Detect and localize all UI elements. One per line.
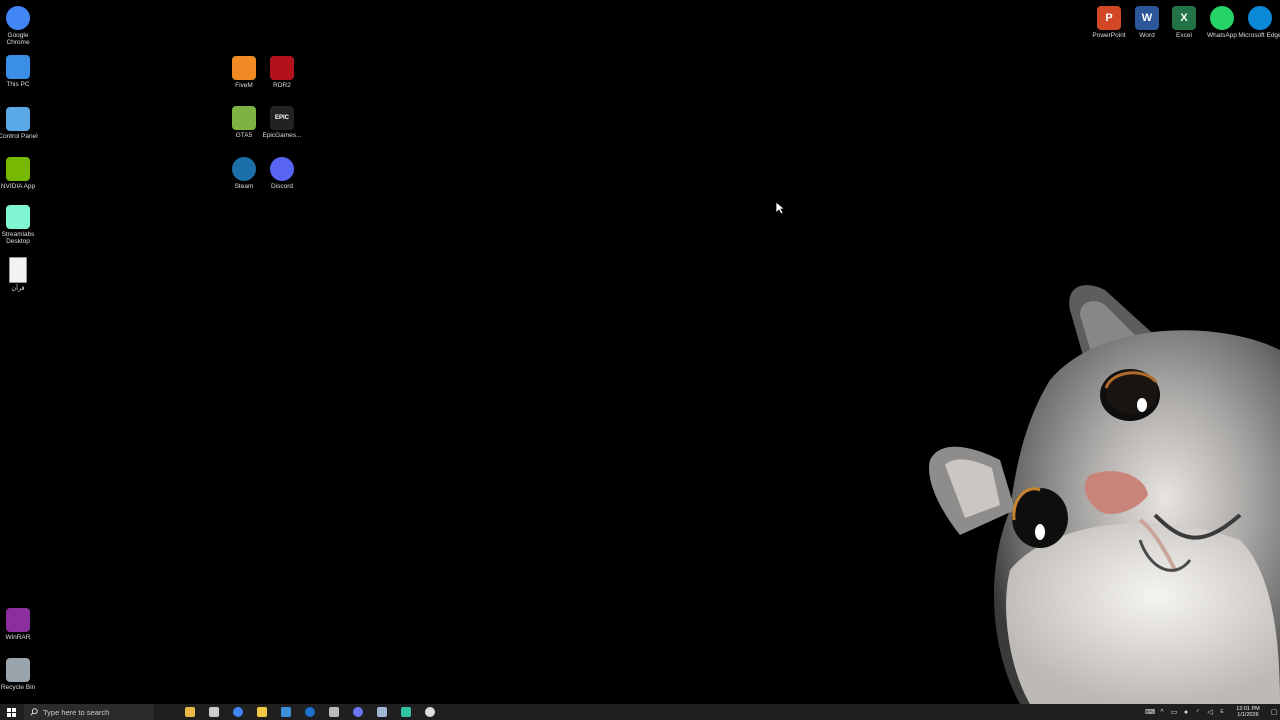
outlook-icon (305, 707, 315, 717)
icon-glyph-text: X (1180, 12, 1188, 24)
taskbar-app-task-view[interactable] (202, 704, 226, 720)
whatsapp-icon (1210, 6, 1234, 30)
desktop-shortcut[interactable]: قرآن (0, 257, 38, 292)
desktop-shortcut[interactable]: NVIDIA App (0, 157, 38, 190)
file-explorer-yellow-icon (185, 707, 195, 717)
steam-icon (232, 157, 256, 181)
start-button[interactable] (0, 704, 22, 720)
network-icon[interactable]: ▭ (1168, 704, 1180, 720)
desktop-shortcut-label: Discord (270, 183, 294, 190)
microphone-icon[interactable]: ● (1180, 704, 1192, 720)
clock-date: 1/1/2026 (1237, 712, 1259, 718)
desktop-shortcut-label: Control Panel (0, 133, 38, 140)
file-explorer-icon (257, 707, 267, 717)
volume-icon[interactable]: ◁ (1204, 704, 1216, 720)
cat-wallpaper-image (929, 285, 1280, 704)
icon-glyph-text: W (1141, 12, 1153, 24)
desktop-shortcut[interactable]: This PC (0, 55, 38, 88)
task-view-icon (209, 707, 219, 717)
desktop-shortcut[interactable]: FiveM (224, 56, 264, 89)
notifications-icon[interactable]: ▢ (1268, 704, 1280, 720)
desktop-shortcut[interactable]: GTA5 (224, 106, 264, 139)
system-tray: ⌨ ^ ▭ ● ◜ ◁ E 12:01 PM 1/1/2026 ▢ (1144, 704, 1280, 720)
computer-icon (6, 55, 30, 79)
desktop-shortcut[interactable]: Microsoft Edge (1238, 6, 1280, 39)
search-placeholder: Type here to search (43, 707, 110, 717)
taskbar: Type here to search ⌨ ^ ▭ ● ◜ ◁ E 12:01 … (0, 704, 1280, 720)
rdr2-icon (270, 56, 294, 80)
clock[interactable]: 12:01 PM 1/1/2026 (1228, 704, 1268, 720)
document-icon (9, 257, 27, 283)
desktop-shortcut[interactable]: Control Panel (0, 107, 38, 140)
gta5-icon (232, 106, 256, 130)
taskbar-app-chrome[interactable] (226, 704, 250, 720)
desktop-shortcut[interactable]: Discord (262, 157, 302, 190)
keyboard-icon[interactable]: ⌨ (1144, 704, 1156, 720)
mouse-cursor-icon (775, 201, 785, 215)
powerpoint-icon: P (1097, 6, 1121, 30)
streamlabs-icon (401, 707, 411, 717)
taskbar-search-box[interactable]: Type here to search (24, 704, 154, 720)
desktop-shortcut-label: WinRAR (5, 634, 31, 641)
taskbar-app-file-explorer-yellow[interactable] (178, 704, 202, 720)
desktop-shortcut[interactable]: RDR2 (262, 56, 302, 89)
discord-icon (270, 157, 294, 181)
desktop-shortcut[interactable]: Google Chrome (0, 6, 38, 46)
nvidia-icon (6, 157, 30, 181)
desktop-shortcut-label: Streamlabs Desktop (1, 231, 35, 245)
fivem-icon (232, 56, 256, 80)
epic-games-icon: EPIC (270, 106, 294, 130)
desktop-shortcut[interactable]: W Word (1127, 6, 1167, 39)
recycle-bin-icon (6, 658, 30, 682)
store-icon (281, 707, 291, 717)
taskbar-app-store[interactable] (274, 704, 298, 720)
language-icon[interactable]: E (1216, 704, 1228, 720)
control-panel-icon (6, 107, 30, 131)
desktop-shortcut[interactable]: EPIC EpicGames... (262, 106, 302, 139)
taskbar-app-steam[interactable] (370, 704, 394, 720)
edge-icon (1248, 6, 1272, 30)
taskbar-app-streamlabs[interactable] (394, 704, 418, 720)
streamlabs-icon (6, 205, 30, 229)
taskbar-app-shield[interactable] (322, 704, 346, 720)
desktop-shortcut-label: Recycle Bin (0, 684, 36, 691)
steam-icon (377, 707, 387, 717)
taskbar-app-discord[interactable] (346, 704, 370, 720)
wifi-icon[interactable]: ◜ (1192, 704, 1204, 720)
desktop-shortcut-label: قرآن (11, 285, 25, 292)
search-icon (30, 708, 38, 716)
chrome-icon (233, 707, 243, 717)
desktop-shortcut-label: Microsoft Edge (1238, 32, 1280, 39)
desktop-shortcut[interactable]: Steam (224, 157, 264, 190)
taskbar-app-outlook[interactable] (298, 704, 322, 720)
taskbar-app-file-explorer[interactable] (250, 704, 274, 720)
desktop[interactable]: Google Chrome This PC Control Panel NVIDIA … (0, 0, 1280, 704)
obs-loading-icon (425, 707, 435, 717)
desktop-shortcut[interactable]: WinRAR (0, 608, 38, 641)
desktop-shortcut-label: EpicGames... (262, 132, 302, 139)
excel-icon: X (1172, 6, 1196, 30)
taskbar-app-obs-loading[interactable] (418, 704, 442, 720)
discord-icon (353, 707, 363, 717)
desktop-shortcut-label: NVIDIA App (0, 183, 36, 190)
desktop-shortcut[interactable]: X Excel (1164, 6, 1204, 39)
desktop-shortcut[interactable]: Streamlabs Desktop (0, 205, 38, 245)
show-hidden-icons-chevron-icon[interactable]: ^ (1156, 704, 1168, 720)
windows-logo-icon (6, 707, 16, 717)
icon-glyph-text: EPIC (274, 115, 289, 121)
winrar-icon (6, 608, 30, 632)
desktop-shortcut-label: Google Chrome (6, 32, 30, 46)
word-icon: W (1135, 6, 1159, 30)
shield-icon (329, 707, 339, 717)
icon-glyph-text: P (1105, 12, 1113, 24)
desktop-shortcut-label: This PC (6, 81, 30, 88)
desktop-shortcut[interactable]: WhatsApp (1202, 6, 1242, 39)
desktop-shortcut-label: RDR2 (273, 82, 291, 89)
desktop-shortcut[interactable]: Recycle Bin (0, 658, 38, 691)
desktop-shortcut[interactable]: P PowerPoint (1089, 6, 1129, 39)
chrome-icon (6, 6, 30, 30)
